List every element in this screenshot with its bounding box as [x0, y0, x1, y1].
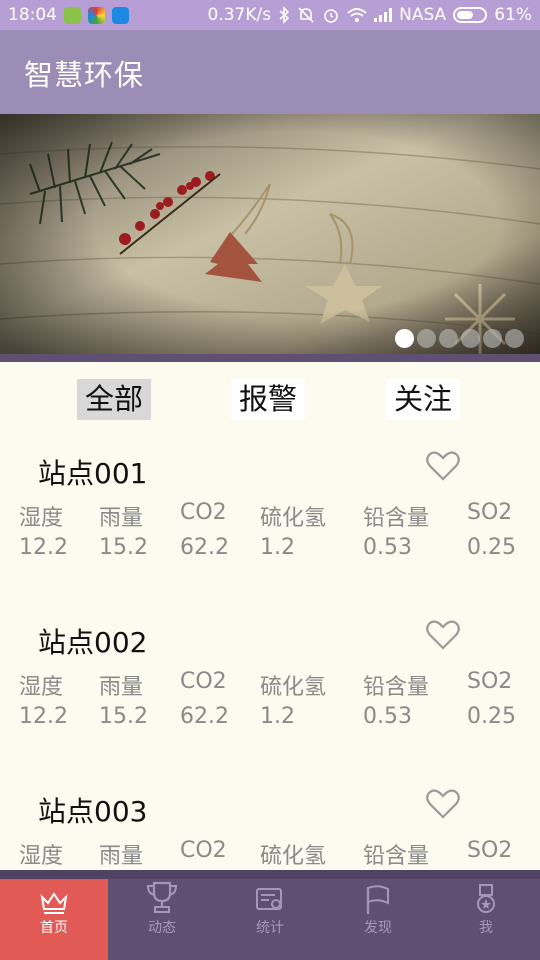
metric-label: CO2 — [180, 500, 227, 525]
metric-value: 1.2 — [260, 535, 295, 560]
banner-carousel[interactable] — [0, 114, 540, 354]
tabbar-stats-label: 统计 — [256, 920, 284, 936]
carousel-indicator[interactable] — [395, 329, 524, 348]
metric-value: 1.2 — [260, 704, 295, 729]
metric-label: 铅含量 — [363, 506, 430, 531]
app-header: 智慧环保 — [0, 30, 540, 114]
tabbar-stats[interactable]: 统计 — [216, 879, 324, 960]
metric-value: 12.2 — [19, 535, 68, 560]
metric-value: 0.25 — [467, 704, 516, 729]
metric-label: 硫化氢 — [260, 675, 327, 700]
metric-value: 15.2 — [99, 535, 148, 560]
metric-value: 0.25 — [467, 535, 516, 560]
carousel-dot[interactable] — [395, 329, 414, 348]
station-name: 站点001 — [38, 457, 148, 490]
carousel-dot[interactable] — [439, 329, 458, 348]
bluetooth-icon — [278, 6, 290, 24]
metric-label: 湿度 — [19, 675, 64, 700]
metric-label: 雨量 — [99, 844, 144, 869]
metric-value: 0.53 — [363, 704, 412, 729]
metric-value: 62.2 — [180, 535, 229, 560]
metric-label: 湿度 — [19, 844, 64, 869]
carrier-name: NASA — [399, 5, 447, 25]
metric-label: SO2 — [467, 669, 513, 694]
colorful-app-icon — [88, 6, 105, 24]
filter-tabs: 全部 报警 关注 — [0, 370, 540, 430]
tabbar-me[interactable]: 我 — [432, 879, 540, 960]
network-speed: 0.37K/s — [207, 5, 272, 25]
carousel-dot[interactable] — [461, 329, 480, 348]
metric-label: 湿度 — [19, 506, 64, 531]
tab-alarm[interactable]: 报警 — [231, 379, 306, 420]
tab-follow[interactable]: 关注 — [386, 379, 461, 420]
alarm-icon — [322, 6, 340, 24]
crown-icon — [40, 892, 68, 914]
status-time: 18:04 — [8, 5, 57, 25]
tabbar-me-label: 我 — [479, 920, 493, 936]
bottom-tab-bar: 首页 动态 统计 发现 我 — [0, 870, 540, 960]
carousel-dot[interactable] — [505, 329, 524, 348]
battery-level-fill — [457, 11, 474, 19]
certificate-icon — [256, 888, 282, 910]
metric-value: 12.2 — [19, 704, 68, 729]
page-title: 智慧环保 — [24, 58, 145, 92]
status-bar: 18:04 0.37K/s NASA 61% — [0, 0, 540, 30]
metric-label: 铅含量 — [363, 844, 430, 869]
signal-icon — [374, 8, 393, 22]
favorite-heart-icon[interactable] — [426, 619, 460, 651]
station-card[interactable]: 站点002 湿度 12.2 雨量 15.2 CO2 62.2 硫化氢 1.2 铅含量 0.53 SO2… — [0, 607, 540, 777]
mute-icon — [297, 6, 315, 24]
favorite-heart-icon[interactable] — [426, 788, 460, 820]
battery-percent: 61% — [494, 5, 532, 25]
tabbar-home-label: 首页 — [40, 920, 68, 936]
metric-label: 硫化氢 — [260, 844, 327, 869]
metric-label: 雨量 — [99, 675, 144, 700]
carousel-dot[interactable] — [417, 329, 436, 348]
metric-label: 铅含量 — [363, 675, 430, 700]
shield-app-icon — [64, 6, 81, 24]
metric-value: 0.53 — [363, 535, 412, 560]
favorite-heart-icon[interactable] — [426, 450, 460, 482]
metric-value: 15.2 — [99, 704, 148, 729]
trophy-icon — [146, 881, 178, 913]
metric-label: CO2 — [180, 838, 227, 863]
metric-label: SO2 — [467, 500, 513, 525]
tabbar-discover[interactable]: 发现 — [324, 879, 432, 960]
battery-icon — [453, 7, 488, 23]
tabbar-top-edge — [0, 870, 540, 879]
metric-label: CO2 — [180, 669, 227, 694]
medal-icon — [477, 884, 495, 913]
tabbar-feed-label: 动态 — [148, 920, 176, 936]
metric-label: 硫化氢 — [260, 506, 327, 531]
banner-divider — [0, 354, 540, 362]
banner-image — [0, 114, 540, 354]
station-name: 站点003 — [38, 795, 148, 828]
metric-value: 62.2 — [180, 704, 229, 729]
flag-icon — [366, 885, 389, 914]
wifi-icon — [347, 7, 367, 23]
metric-label: SO2 — [467, 838, 513, 863]
station-card[interactable]: 站点001 湿度 12.2 雨量 15.2 CO2 62.2 硫化氢 1.2 铅含量 0.53 SO2… — [0, 438, 540, 608]
metric-label: 雨量 — [99, 506, 144, 531]
tabbar-discover-label: 发现 — [364, 920, 392, 936]
station-name: 站点002 — [38, 626, 148, 659]
carousel-dot[interactable] — [483, 329, 502, 348]
tabbar-feed[interactable]: 动态 — [108, 879, 216, 960]
tabbar-home[interactable]: 首页 — [0, 879, 108, 960]
tab-all[interactable]: 全部 — [77, 379, 152, 420]
blue-app-icon — [112, 6, 129, 24]
